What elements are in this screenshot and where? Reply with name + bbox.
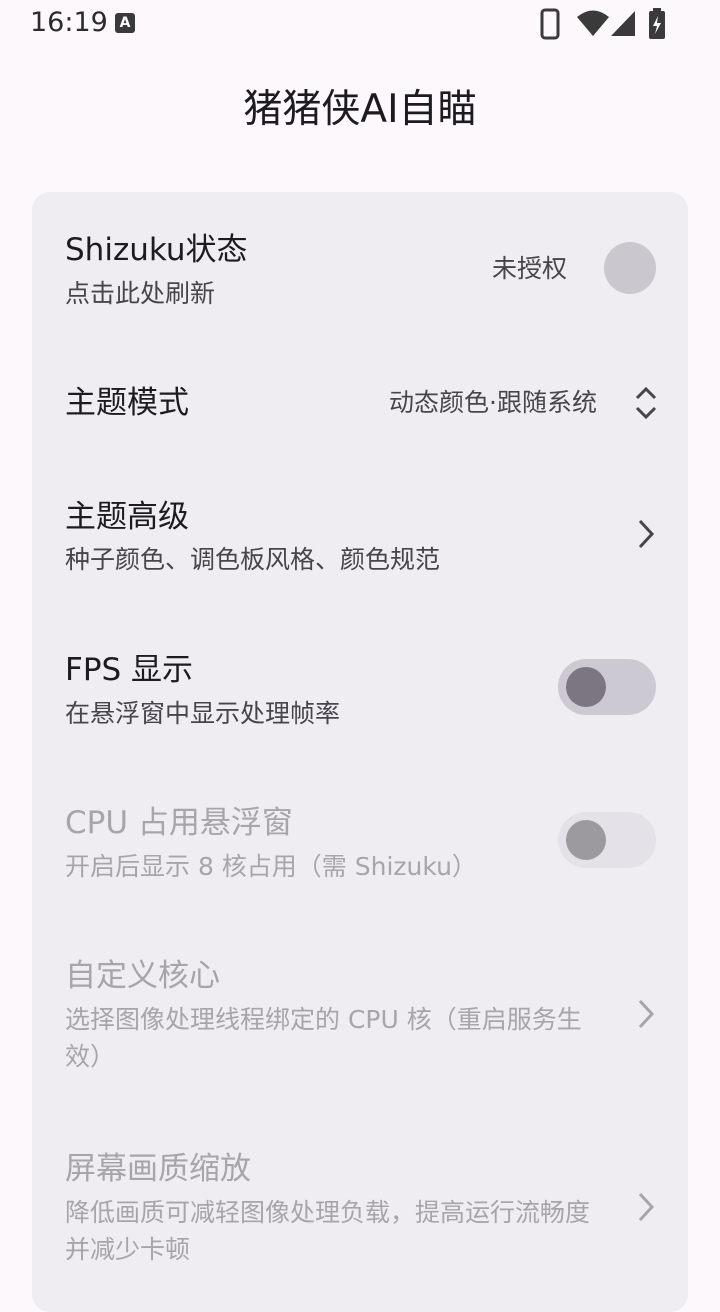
theme-mode-title: 主题模式	[65, 385, 189, 421]
switch-thumb	[566, 667, 606, 707]
shizuku-status-row[interactable]: Shizuku状态 点击此处刷新 未授权	[32, 222, 688, 322]
chevron-right-icon	[638, 519, 655, 549]
fps-display-row[interactable]: FPS 显示 在悬浮窗中显示处理帧率	[32, 647, 688, 737]
cpu-overlay-row[interactable]: CPU 占用悬浮窗 开启后显示 8 核占用（需 Shizuku）	[32, 800, 688, 890]
fps-display-switch[interactable]	[558, 659, 656, 715]
a-icon: A	[115, 13, 135, 33]
screen-scale-row[interactable]: 屏幕画质缩放 降低画质可减轻图像处理负载，提高运行流畅度并减少卡顿	[32, 1147, 688, 1277]
switch-thumb	[566, 820, 606, 860]
theme-mode-value: 动态颜色·跟随系统	[389, 388, 597, 417]
shizuku-status-indicator	[604, 242, 656, 294]
shizuku-status-value: 未授权	[492, 254, 568, 283]
chevron-right-icon	[638, 1192, 655, 1222]
cpu-overlay-switch[interactable]	[558, 812, 656, 868]
page-title: 猪猪侠AI自瞄	[243, 87, 477, 132]
fps-display-subtitle: 在悬浮窗中显示处理帧率	[65, 699, 341, 728]
screen-scale-title: 屏幕画质缩放	[65, 1151, 251, 1187]
shizuku-status-title: Shizuku状态	[65, 232, 248, 268]
cpu-overlay-subtitle: 开启后显示 8 核占用（需 Shizuku）	[65, 852, 477, 881]
custom-core-row[interactable]: 自定义核心 选择图像处理线程绑定的 CPU 核（重启服务生效）	[32, 954, 688, 1084]
screen-scale-subtitle: 降低画质可减轻图像处理负载，提高运行流畅度并减少卡顿	[65, 1198, 591, 1264]
custom-core-title: 自定义核心	[65, 958, 220, 994]
custom-core-subtitle: 选择图像处理线程绑定的 CPU 核（重启服务生效）	[65, 1005, 582, 1071]
cpu-overlay-title: CPU 占用悬浮窗	[65, 805, 293, 841]
status-time: 16:19	[30, 7, 108, 38]
fps-display-title: FPS 显示	[65, 652, 194, 688]
theme-mode-row[interactable]: 主题模式 动态颜色·跟随系统	[32, 370, 688, 440]
battery-charging-icon	[649, 8, 665, 39]
theme-advanced-title: 主题高级	[65, 499, 189, 535]
settings-card: Shizuku状态 点击此处刷新 未授权 主题模式 动态颜色·跟随系统 主题高级…	[32, 192, 688, 1312]
phone-icon	[540, 8, 560, 40]
chevron-right-icon	[638, 999, 655, 1029]
theme-advanced-row[interactable]: 主题高级 种子颜色、调色板风格、颜色规范	[32, 492, 688, 587]
signal-icon	[611, 11, 635, 36]
status-bar: 16:19 A	[0, 0, 720, 48]
wifi-icon	[577, 10, 609, 36]
unfold-icon	[635, 386, 657, 420]
theme-advanced-subtitle: 种子颜色、调色板风格、颜色规范	[65, 545, 441, 574]
status-icons	[540, 8, 670, 40]
